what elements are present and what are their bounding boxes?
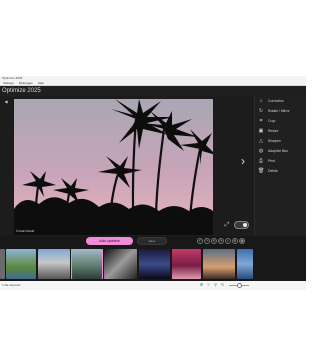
view-tools: ⤢: [221, 220, 251, 230]
grid-icon[interactable]: ▦: [239, 238, 245, 244]
tool-sharpen[interactable]: △ Sharpen: [255, 136, 306, 146]
tool-label: Correction: [268, 99, 284, 103]
menu-settings[interactable]: Settings: [3, 81, 14, 85]
zoom-slider[interactable]: [229, 283, 249, 288]
auto-optimize-button[interactable]: Auto optimize: [86, 237, 133, 245]
thumbnail[interactable]: [104, 249, 137, 279]
tool-label: Crop: [268, 119, 276, 123]
status-bar: 1 file selected ⊞ ≡ ⚲ ↻: [0, 281, 306, 290]
thumbnail-selected[interactable]: [71, 249, 103, 279]
tool-resize[interactable]: ▣ Resize: [255, 126, 306, 136]
rotate-right-icon[interactable]: ⟳: [218, 238, 224, 244]
chevron-left-icon[interactable]: ◀: [3, 99, 9, 105]
thumbnail-strip: [0, 249, 306, 279]
status-text: 1 file selected: [2, 283, 21, 287]
status-icons: ⊞ ≡ ⚲ ↻: [199, 282, 225, 288]
tool-rotate-mirror[interactable]: ↻ Rotate / Mirror: [255, 106, 306, 116]
print-icon: ⎙: [258, 158, 263, 164]
tools-panel: ☼ Correction ↻ Rotate / Mirror ⌗ Crop ▣ …: [254, 96, 306, 236]
resize-icon: ▣: [258, 128, 264, 134]
save-button[interactable]: Save: [137, 237, 167, 245]
edit-tools: ↶ ↷ ⟲ ⟳ ◐ ⚙ ▦: [197, 237, 247, 245]
tool-label: Adaptive Blur: [268, 149, 289, 153]
filter-icon[interactable]: ⚲: [213, 282, 218, 288]
thumbnail[interactable]: [237, 249, 253, 279]
undo-icon[interactable]: ↶: [197, 238, 203, 244]
tool-print[interactable]: ⎙ Print: [255, 156, 306, 166]
thumbnail[interactable]: [203, 249, 235, 279]
view-grid-icon[interactable]: ⊞: [199, 282, 204, 288]
tool-label: Delete: [268, 169, 278, 173]
redo-icon[interactable]: ↷: [204, 238, 210, 244]
app-header: [0, 86, 306, 96]
rotate-left-icon[interactable]: ⟲: [211, 238, 217, 244]
tool-adaptive-blur[interactable]: ◍ Adaptive Blur: [255, 146, 306, 156]
tool-label: Resize: [268, 129, 279, 133]
settings-icon[interactable]: ⚙: [232, 238, 238, 244]
trash-icon: 🗑: [258, 168, 265, 174]
thumbnail[interactable]: [0, 249, 5, 279]
tool-label: Sharpen: [268, 139, 281, 143]
menu-myimages[interactable]: MyImages: [19, 81, 33, 85]
tool-delete[interactable]: 🗑 Delete: [255, 166, 306, 176]
image-viewer: ◀ © Kristin Schultz › ⤢: [0, 96, 254, 236]
thumbnail[interactable]: [6, 249, 36, 279]
menu-help[interactable]: Help: [38, 81, 44, 85]
sun-icon: ☼: [258, 98, 264, 104]
expand-icon[interactable]: ⤢: [223, 221, 231, 229]
main-photo: © Kristin Schultz: [14, 99, 213, 235]
page-title: Optimize 2025: [2, 88, 41, 94]
view-list-icon[interactable]: ≡: [206, 282, 211, 288]
tool-correction[interactable]: ☼ Correction: [255, 96, 306, 106]
zoom-slider-thumb[interactable]: [237, 283, 242, 288]
refresh-icon[interactable]: ↻: [220, 282, 225, 288]
crop-icon: ⌗: [259, 118, 263, 124]
triangle-icon: △: [259, 138, 263, 144]
thumbnail[interactable]: [139, 249, 170, 279]
blur-icon: ◍: [258, 148, 264, 154]
tool-label: Rotate / Mirror: [268, 109, 290, 113]
rotate-icon: ↻: [258, 108, 264, 114]
compare-icon[interactable]: ◐: [225, 238, 231, 244]
window-title: Optimizer 2025: [2, 76, 23, 80]
toggle-knob: [243, 223, 247, 227]
thumbnail[interactable]: [172, 249, 201, 279]
photo-caption: © Kristin Schultz: [16, 230, 35, 233]
compare-toggle[interactable]: [234, 221, 249, 229]
bottom-bar: Auto optimize Save ↶ ↷ ⟲ ⟳ ◐ ⚙ ▦ 1 file …: [0, 236, 306, 290]
tool-label: Print: [268, 159, 275, 163]
tool-crop[interactable]: ⌗ Crop: [255, 116, 306, 126]
app-window: Optimizer 2025 Settings MyImages Help Op…: [0, 76, 306, 290]
thumbnail[interactable]: [38, 249, 70, 279]
chevron-right-icon[interactable]: ›: [238, 153, 248, 169]
